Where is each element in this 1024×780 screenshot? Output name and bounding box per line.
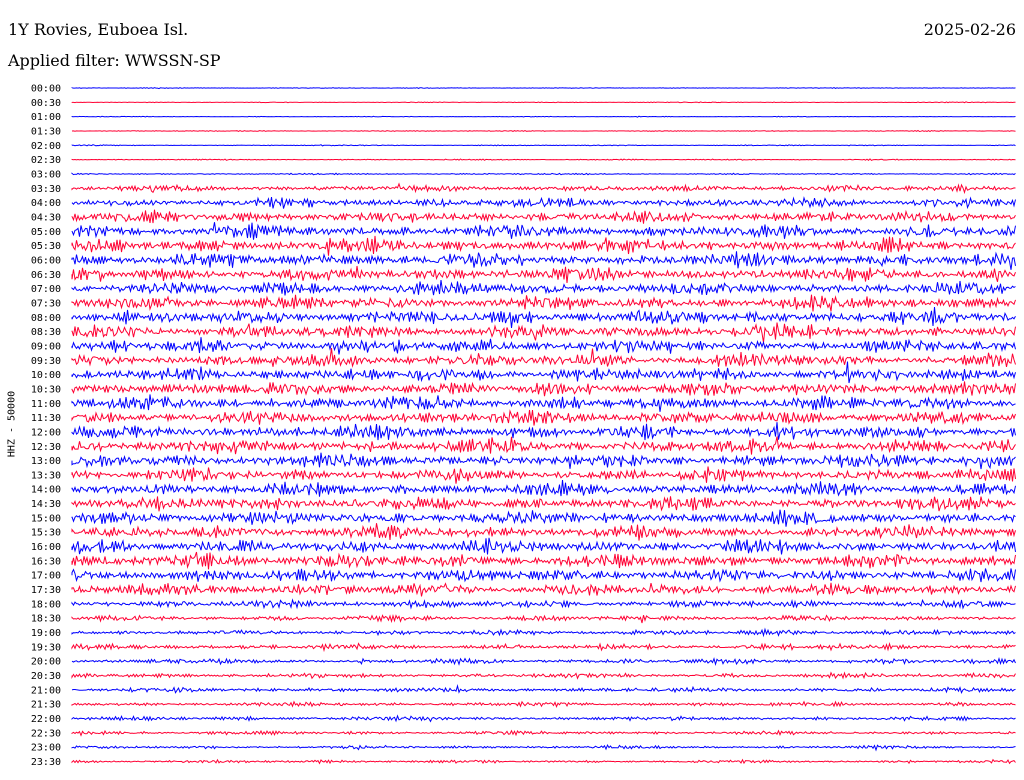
row-tick-label: 16:00	[31, 542, 61, 553]
trace-row-2300	[71, 743, 1016, 752]
row-tick-label: 07:00	[31, 284, 61, 295]
trace-row-1200	[71, 422, 1016, 441]
trace-row-0830	[71, 322, 1016, 343]
trace-row-1900	[71, 627, 1016, 638]
trace-row-0400	[71, 196, 1016, 210]
trace-row-0030	[71, 101, 1016, 104]
trace-row-0800	[71, 306, 1016, 328]
row-tick-label: 05:00	[31, 227, 61, 238]
row-tick-label: 07:30	[31, 298, 61, 309]
trace-row-0500	[71, 222, 1016, 240]
trace-row-1300	[71, 452, 1016, 470]
row-tick-label: 22:30	[31, 728, 61, 739]
row-tick-label: 14:30	[31, 499, 61, 510]
trace-row-1400	[71, 480, 1016, 497]
trace-row-2030	[71, 671, 1016, 680]
row-tick-label: 05:30	[31, 241, 61, 252]
row-tick-label: 23:00	[31, 743, 61, 754]
row-tick-label: 01:30	[31, 127, 61, 138]
row-tick-label: 17:00	[31, 571, 61, 582]
trace-row-2330	[71, 758, 1016, 765]
row-tick-label: 22:00	[31, 714, 61, 725]
row-tick-label: 08:30	[31, 327, 61, 338]
row-tick-label: 03:30	[31, 184, 61, 195]
row-tick-label: 06:00	[31, 256, 61, 267]
trace-row-1430	[71, 496, 1016, 512]
trace-row-1800	[71, 598, 1016, 610]
trace-row-2000	[71, 656, 1016, 666]
row-tick-label: 09:30	[31, 356, 61, 367]
trace-row-0700	[71, 280, 1016, 296]
trace-row-1630	[71, 551, 1016, 570]
row-tick-label: 16:30	[31, 556, 61, 567]
trace-row-0230	[71, 158, 1016, 162]
row-tick-label: 15:00	[31, 513, 61, 524]
row-tick-label: 01:00	[31, 112, 61, 123]
trace-row-1500	[71, 509, 1016, 527]
row-tick-label: 13:00	[31, 456, 61, 467]
row-tick-label: 20:30	[31, 671, 61, 682]
row-tick-label: 18:00	[31, 599, 61, 610]
helicorder-figure: 1Y Rovies, Euboea Isl. 2025-02-26 Applie…	[0, 0, 1024, 780]
trace-row-0430	[71, 209, 1016, 224]
row-tick-label: 14:00	[31, 485, 61, 496]
trace-row-1030	[71, 381, 1016, 397]
trace-row-0100	[71, 115, 1016, 118]
row-tick-label: 11:30	[31, 413, 61, 424]
row-tick-label: 09:00	[31, 341, 61, 352]
row-tick-label: 00:30	[31, 98, 61, 109]
trace-row-2100	[71, 684, 1016, 695]
trace-row-1330	[71, 466, 1016, 484]
row-tick-label: 21:00	[31, 685, 61, 696]
row-tick-label: 08:00	[31, 313, 61, 324]
trace-row-0630	[71, 265, 1016, 283]
row-tick-label: 19:00	[31, 628, 61, 639]
trace-row-0530	[71, 235, 1016, 256]
row-tick-label: 06:30	[31, 270, 61, 281]
row-tick-label: 12:00	[31, 427, 61, 438]
trace-row-1100	[71, 394, 1016, 412]
row-tick-label: 18:30	[31, 614, 61, 625]
trace-row-1930	[71, 641, 1016, 653]
trace-row-0600	[71, 251, 1016, 270]
trace-row-2130	[71, 700, 1016, 708]
trace-group	[71, 87, 1016, 765]
row-tick-label: 23:30	[31, 757, 61, 768]
trace-row-1830	[71, 614, 1016, 624]
trace-row-0900	[71, 337, 1016, 355]
trace-row-1600	[71, 537, 1016, 555]
row-tick-label: 04:30	[31, 213, 61, 224]
trace-row-1700	[71, 568, 1016, 583]
helicorder-plot: 00:00 00:30 01:00 01:30 02:00 02:30 03:00 03:30…	[31, 84, 1016, 769]
row-tick-label: 15:30	[31, 528, 61, 539]
trace-row-2200	[71, 714, 1016, 723]
trace-row-1130	[71, 409, 1016, 426]
row-tick-label: 10:30	[31, 384, 61, 395]
row-tick-label: 13:30	[31, 470, 61, 481]
trace-row-1000	[71, 361, 1016, 384]
row-tick-label: 19:30	[31, 642, 61, 653]
trace-row-0000	[71, 87, 1016, 90]
trace-row-2230	[71, 729, 1016, 737]
row-tick-label: 21:30	[31, 700, 61, 711]
trace-row-1230	[71, 436, 1016, 455]
row-tick-label: 02:30	[31, 155, 61, 166]
trace-row-0300	[71, 172, 1016, 176]
trace-row-1530	[71, 523, 1016, 541]
row-tick-label: 00:00	[31, 84, 61, 95]
tick-label-group: 00:00 00:30 01:00 01:30 02:00 02:30 03:00 03:30…	[31, 84, 61, 769]
row-tick-label: 03:00	[31, 170, 61, 181]
trace-row-0130	[71, 129, 1016, 133]
row-tick-label: 02:00	[31, 141, 61, 152]
row-tick-label: 11:00	[31, 399, 61, 410]
row-tick-label: 04:00	[31, 198, 61, 209]
row-tick-label: 17:30	[31, 585, 61, 596]
trace-row-0200	[71, 144, 1016, 147]
trace-row-1730	[71, 582, 1016, 597]
trace-row-0730	[71, 294, 1016, 312]
trace-row-0330	[71, 182, 1016, 195]
row-tick-label: 20:00	[31, 657, 61, 668]
row-tick-label: 12:30	[31, 442, 61, 453]
row-tick-label: 10:00	[31, 370, 61, 381]
